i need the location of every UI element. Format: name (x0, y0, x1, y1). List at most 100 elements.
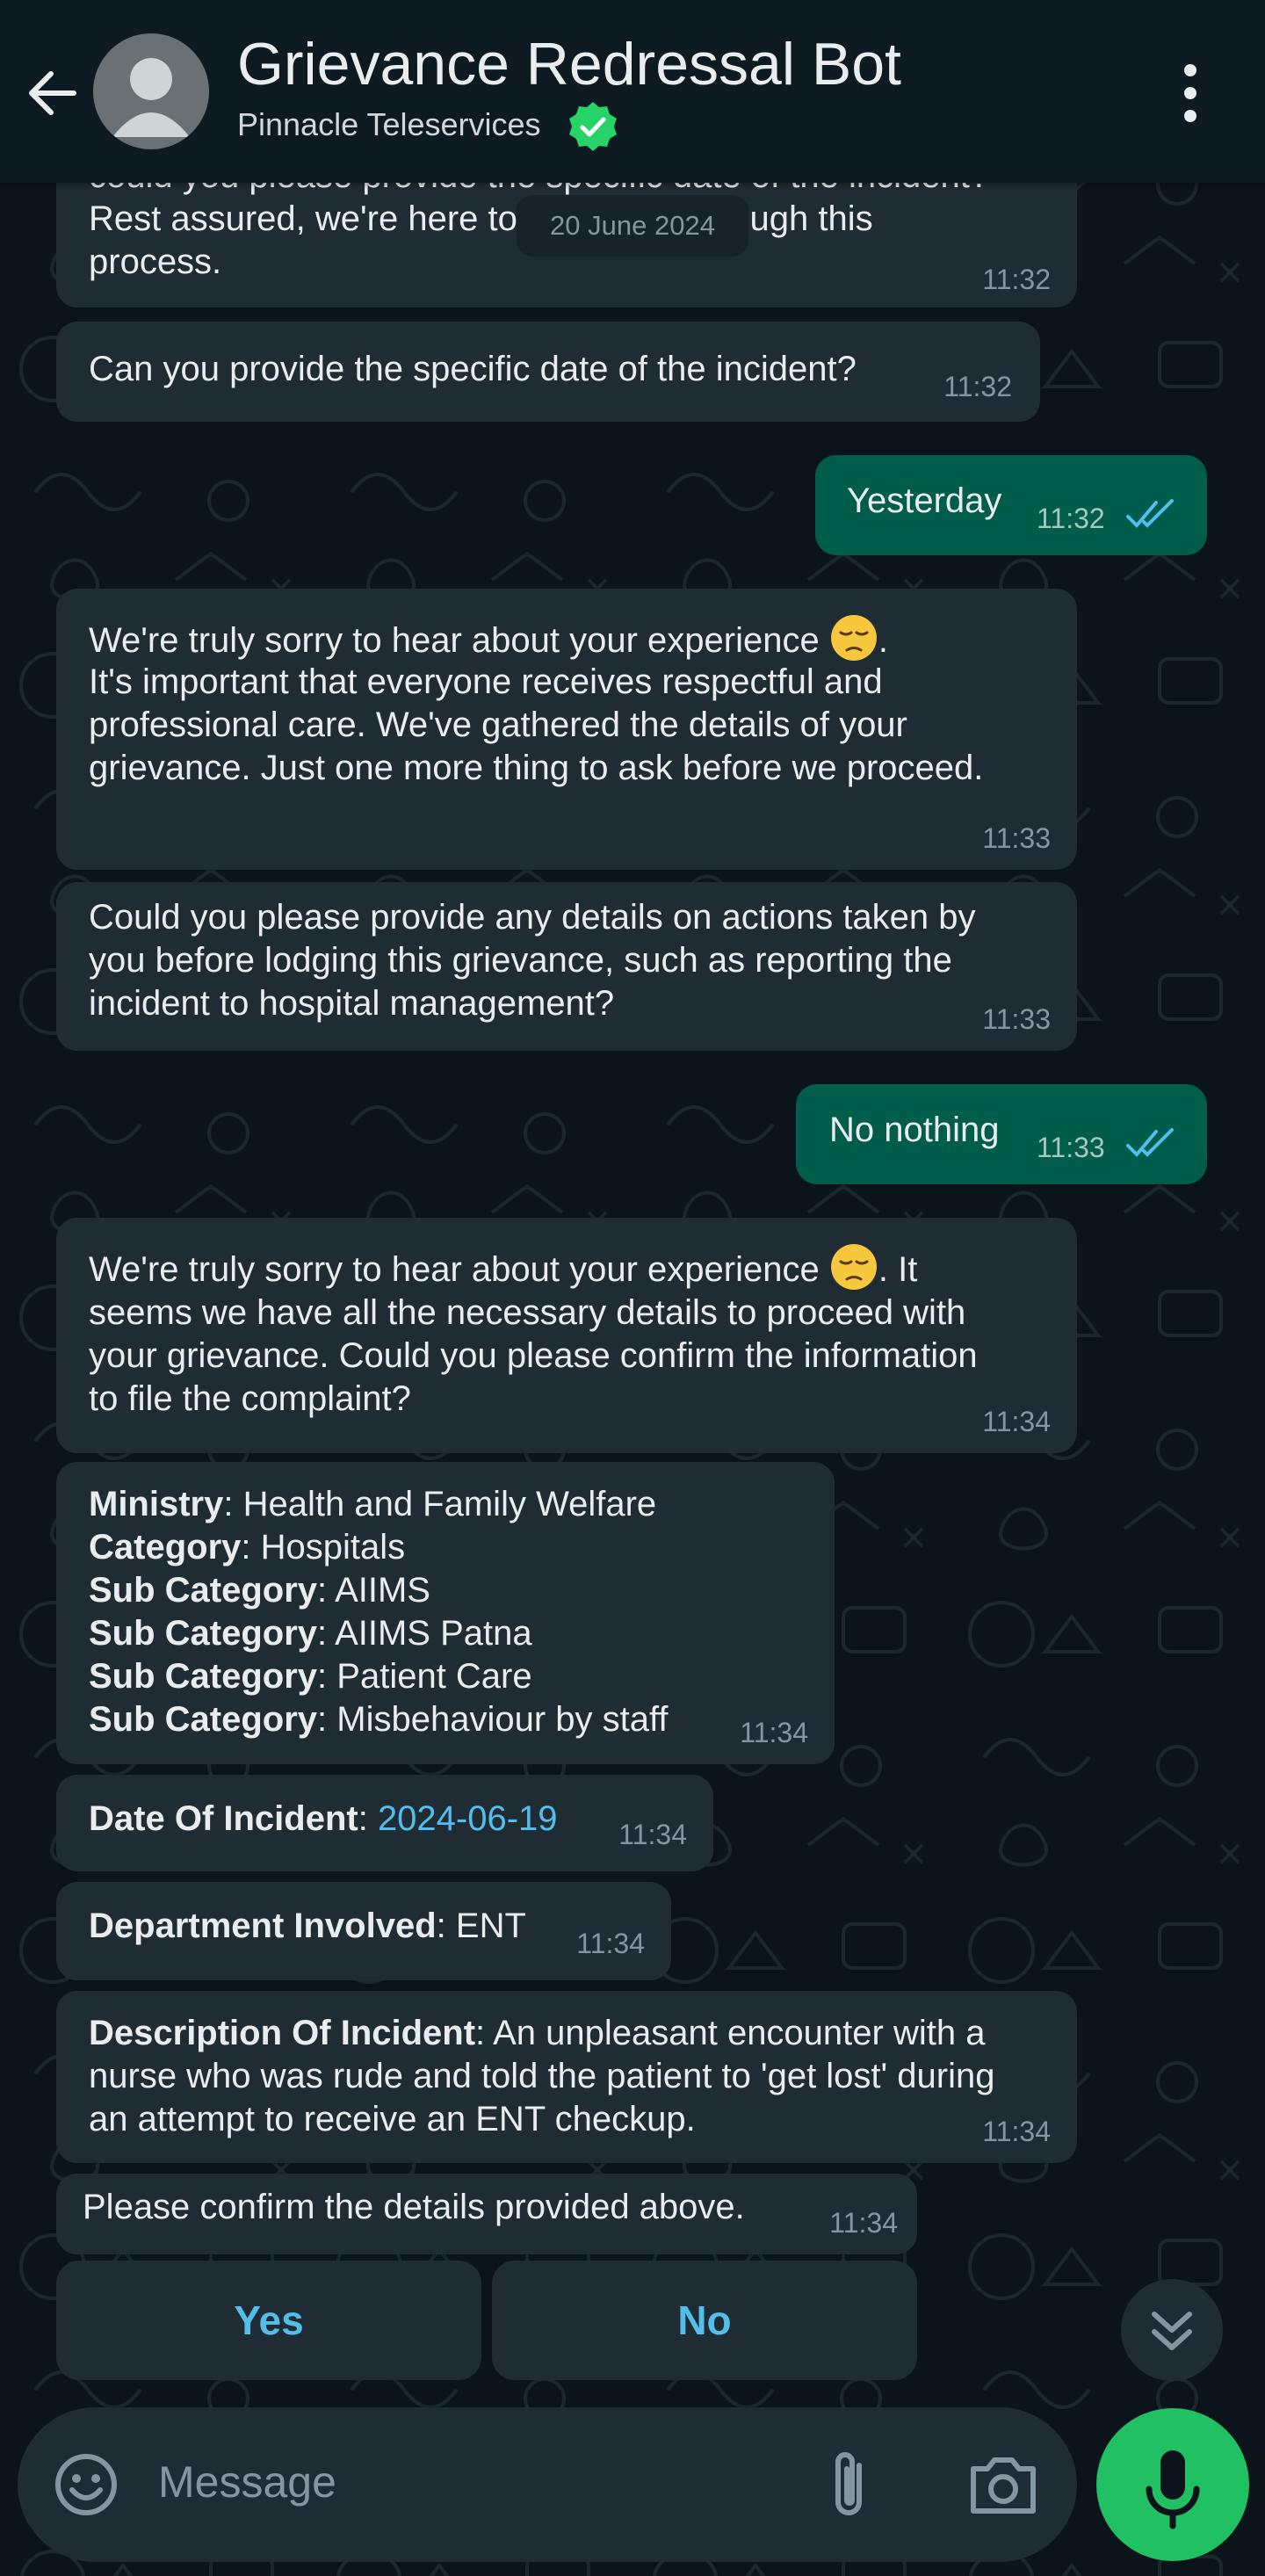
message-time: 11:32 (982, 264, 1051, 295)
message-text: Description Of Incident: An unpleasant e… (89, 2012, 994, 2141)
date-chip: 20 June 2024 (517, 195, 748, 257)
mic-button[interactable] (1096, 2408, 1249, 2561)
message-line: We're truly sorry to hear about your exp… (89, 613, 983, 662)
message-text: Can you provide the specific date of the… (89, 350, 857, 388)
message-text: No nothing (829, 1111, 1000, 1149)
contact-name[interactable]: Grievance Redressal Bot (237, 30, 901, 98)
mic-icon (1146, 2450, 1200, 2529)
yes-button[interactable]: Yes (56, 2261, 481, 2380)
attach-icon[interactable] (824, 2446, 877, 2525)
pensive-face-emoji (830, 615, 877, 661)
message-line: you before lodging this grievance, such … (89, 941, 952, 980)
message-text: We're truly sorry to hear about your exp… (89, 1242, 978, 1421)
field-value: : An unpleasant encounter with a (475, 2014, 986, 2052)
back-arrow-icon[interactable] (21, 62, 84, 125)
message-bubble-outgoing[interactable]: Yesterday 11:32 (815, 455, 1207, 555)
field-line: Sub Category: Misbehaviour by staff (89, 1698, 669, 1741)
message-bubble[interactable]: Ministry: Health and Family Welfare Cate… (56, 1462, 835, 1764)
message-bubble[interactable]: We're truly sorry to hear about your exp… (56, 1218, 1077, 1453)
message-time: 11:32 (943, 371, 1012, 402)
field-label: Sub Category (89, 1614, 318, 1653)
message-text: Department Involved: ENT (89, 1905, 526, 1948)
message-time: 11:34 (982, 2116, 1051, 2147)
message-line: We're truly sorry to hear about your exp… (89, 1242, 978, 1292)
message-bubble[interactable]: Can you provide the specific date of the… (56, 322, 1040, 422)
message-line-end: . (878, 621, 888, 660)
message-text: Could you please provide any details on … (89, 896, 976, 1025)
message-bubble[interactable]: We're truly sorry to hear about your exp… (56, 589, 1077, 870)
field-separator: : (358, 1799, 378, 1838)
field-value: : Hospitals (241, 1528, 406, 1567)
field-line: Sub Category: Patient Care (89, 1655, 669, 1698)
avatar[interactable] (93, 33, 209, 149)
message-bubble[interactable]: Please confirm the details provided abov… (56, 2174, 917, 2254)
field-label: Description Of Incident (89, 2014, 476, 2052)
message-line: It's important that everyone receives re… (89, 662, 883, 701)
double-chevron-down-icon (1152, 2312, 1192, 2350)
field-line: Sub Category: AIIMS Patna (89, 1612, 669, 1655)
message-bubble[interactable]: Date Of Incident: 2024-06-19 11:34 (56, 1775, 713, 1871)
message-line: professional care. We've gathered the de… (89, 706, 907, 744)
message-bubble-outgoing[interactable]: No nothing 11:33 (796, 1084, 1207, 1184)
field-label: Sub Category (89, 1700, 318, 1739)
message-line-end: . It (878, 1250, 918, 1289)
message-time: 11:34 (829, 2207, 898, 2239)
field-value: : Health and Family Welfare (223, 1485, 657, 1523)
message-text: We're truly sorry to hear about your exp… (89, 613, 983, 790)
message-bubble[interactable]: Department Involved: ENT 11:34 (56, 1882, 671, 1980)
camera-icon[interactable] (966, 2451, 1040, 2518)
message-input[interactable]: Message (158, 2457, 336, 2507)
field-label: Ministry (89, 1485, 224, 1523)
message-line-text: We're truly sorry to hear about your exp… (89, 1250, 820, 1289)
field-value: : Misbehaviour by staff (317, 1700, 669, 1739)
message-bubble[interactable]: Could you please provide any details on … (56, 882, 1077, 1051)
scroll-to-bottom-button[interactable] (1121, 2279, 1223, 2381)
emoji-icon[interactable] (51, 2449, 121, 2520)
field-line: Sub Category: AIIMS (89, 1569, 669, 1612)
message-line-text: We're truly sorry to hear about your exp… (89, 621, 820, 660)
message-time: 11:33 (1037, 1132, 1105, 1163)
message-text: Date Of Incident: 2024-06-19 (89, 1798, 558, 1841)
contact-subtitle[interactable]: Pinnacle Teleservices (237, 106, 541, 143)
message-line: seems we have all the necessary details … (89, 1293, 966, 1332)
double-check-icon (1126, 1128, 1174, 1157)
field-line: Category: Hospitals (89, 1526, 669, 1569)
field-label: Sub Category (89, 1571, 318, 1610)
field-value: : Patient Care (317, 1657, 532, 1696)
field-label: Sub Category (89, 1657, 318, 1696)
message-line: an attempt to receive an ENT checkup. (89, 2100, 696, 2138)
field-label: Date Of Incident (89, 1799, 358, 1838)
more-vert-icon[interactable] (1168, 60, 1212, 127)
message-time: 11:32 (1037, 503, 1105, 534)
message-time: 11:34 (982, 1406, 1051, 1437)
message-time: 11:34 (618, 1819, 687, 1850)
double-check-icon (1126, 499, 1174, 528)
message-time: 11:34 (576, 1928, 645, 1959)
message-time: 11:33 (982, 822, 1051, 854)
message-time: 11:33 (982, 1003, 1051, 1035)
verified-badge-icon (569, 102, 617, 151)
default-avatar-icon (112, 58, 190, 137)
message-line: Description Of Incident: An unpleasant e… (89, 2012, 994, 2055)
field-label: Category (89, 1528, 242, 1567)
field-line: Ministry: Health and Family Welfare (89, 1483, 669, 1526)
field-value: : AIIMS Patna (317, 1614, 532, 1653)
message-line: nurse who was rude and told the patient … (89, 2057, 995, 2095)
chat-header: Grievance Redressal Bot Pinnacle Teleser… (0, 0, 1265, 183)
field-label: Department Involved (89, 1907, 437, 1945)
date-link[interactable]: 2024-06-19 (378, 1799, 558, 1838)
message-time: 11:34 (740, 1717, 808, 1748)
no-button[interactable]: No (492, 2261, 917, 2380)
message-line: incident to hospital management? (89, 984, 615, 1023)
message-text: Please confirm the details provided abov… (83, 2188, 745, 2226)
message-line: your grievance. Could you please confirm… (89, 1336, 978, 1375)
field-value: : ENT (436, 1907, 526, 1945)
pensive-face-emoji (830, 1244, 877, 1290)
message-line: grievance. Just one more thing to ask be… (89, 749, 984, 787)
message-bubble[interactable]: Description Of Incident: An unpleasant e… (56, 1991, 1077, 2163)
message-line: Could you please provide any details on … (89, 898, 976, 937)
message-text: Ministry: Health and Family Welfare Cate… (89, 1483, 669, 1741)
message-text: Yesterday (847, 481, 1002, 520)
field-value: : AIIMS (317, 1571, 430, 1610)
message-line: to file the complaint? (89, 1379, 411, 1418)
